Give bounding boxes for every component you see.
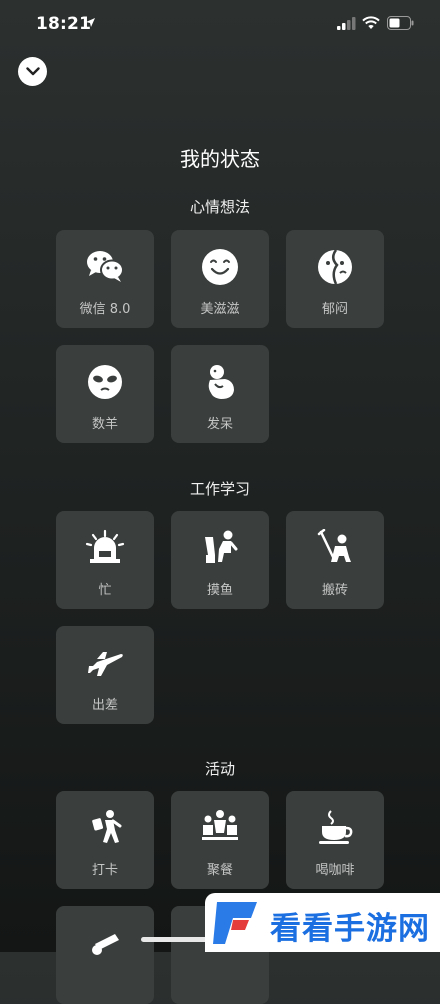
status-option-slacking[interactable]: 摸鱼 <box>171 511 269 609</box>
status-option-label: 聚餐 <box>206 863 233 878</box>
daze-icon <box>208 365 234 399</box>
location-arrow-icon <box>86 18 95 27</box>
status-option-moving-bricks[interactable]: 搬砖 <box>286 511 384 609</box>
activity-icon <box>92 934 119 955</box>
status-option-label: 发呆 <box>206 417 233 432</box>
airplane-icon <box>88 652 123 676</box>
laborer-icon <box>317 529 351 562</box>
watermark-logo <box>213 902 257 944</box>
page-title: 我的状态 <box>180 147 260 171</box>
slacking-icon <box>205 530 238 563</box>
status-option-business-trip[interactable]: 出差 <box>56 626 154 724</box>
collapse-button[interactable] <box>18 57 47 86</box>
status-option-next[interactable] <box>56 906 154 1004</box>
status-option-label: 郁闷 <box>321 302 348 317</box>
dinner-icon <box>202 810 238 840</box>
status-option-busy[interactable]: 忙 <box>56 511 154 609</box>
status-option-wechat[interactable]: 微信 8.0 <box>56 230 154 328</box>
status-option-label: 出差 <box>91 698 118 713</box>
checkin-icon <box>92 810 122 843</box>
gloomy-face-icon <box>318 249 352 285</box>
coffee-icon <box>319 810 353 844</box>
status-option-label: 打卡 <box>91 863 118 878</box>
status-option-daze[interactable]: 发呆 <box>171 345 269 443</box>
watermark-badge: 看看手游网 <box>205 893 440 952</box>
status-option-label: 搬砖 <box>321 583 348 598</box>
status-time: 18:21 <box>36 14 92 34</box>
status-option-label: 数羊 <box>91 417 118 432</box>
status-option-label: 喝咖啡 <box>315 863 355 878</box>
smile-icon <box>202 249 238 285</box>
status-option-gloomy[interactable]: 郁闷 <box>286 230 384 328</box>
status-option-coffee[interactable]: 喝咖啡 <box>286 791 384 889</box>
watermark-text: 看看手游网 <box>270 911 430 947</box>
status-option-happy[interactable]: 美滋滋 <box>171 230 269 328</box>
status-option-check-in[interactable]: 打卡 <box>56 791 154 889</box>
wifi-icon <box>362 16 380 29</box>
section-title-activity: 活动 <box>204 760 235 778</box>
wechat-icon <box>87 251 124 282</box>
status-option-label: 微信 8.0 <box>79 302 131 317</box>
cellular-signal-icon <box>337 17 356 30</box>
chevron-down-icon <box>25 67 40 76</box>
status-option-label: 美滋滋 <box>200 302 240 317</box>
status-option-label: 摸鱼 <box>206 583 233 598</box>
status-option-label: 忙 <box>98 583 112 598</box>
status-bar: 18:21 <box>0 0 440 50</box>
status-option-counting-sheep[interactable]: 数羊 <box>56 345 154 443</box>
status-option-dinner[interactable]: 聚餐 <box>171 791 269 889</box>
busy-alarm-icon <box>85 529 125 563</box>
section-title-work: 工作学习 <box>189 480 250 498</box>
battery-icon <box>387 16 414 30</box>
sleepy-face-icon <box>88 365 122 399</box>
section-title-mood: 心情想法 <box>189 198 250 216</box>
